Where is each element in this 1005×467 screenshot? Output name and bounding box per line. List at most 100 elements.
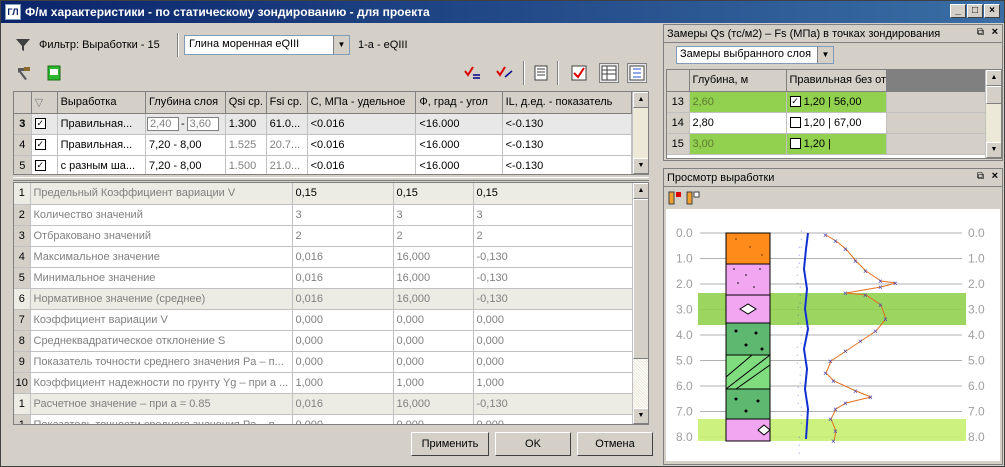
workings-scrollbar[interactable]: ▲ ▼ (632, 92, 648, 174)
sort-list-icon[interactable] (627, 63, 647, 83)
check-all-icon[interactable] (463, 65, 483, 81)
value-text: 1,20 | (803, 137, 831, 150)
column-header[interactable]: C, МПа - удельное (307, 92, 417, 114)
statistics-grid: 1 Предельный Коэффициент вариации V 0,15 0,… (13, 182, 649, 425)
column-header[interactable]: IL, д.ед. - показатель (502, 92, 633, 114)
c-value: 0,016 (292, 246, 394, 268)
fsi-cell: 21.0... (266, 155, 308, 174)
measurement-scope-select[interactable]: Замеры выбранного слоя ▼ (676, 46, 834, 64)
il-value: 0,000 (473, 414, 633, 424)
scroll-down-icon[interactable]: ▼ (633, 158, 648, 174)
minimize-button[interactable]: _ (950, 4, 966, 18)
table-row[interactable]: 5 Минимальное значение 0,016 16,000 -0,130 (14, 267, 633, 289)
column-header[interactable]: Выработка (57, 92, 146, 114)
uncheck-all-icon[interactable] (495, 65, 515, 81)
depth-from-input[interactable]: 2,40 (146, 116, 179, 131)
log-settings-icon[interactable] (668, 191, 682, 205)
table-row[interactable]: 3 Отбраковано значений 2 2 2 (14, 225, 633, 247)
scroll-up-icon[interactable]: ▲ (633, 92, 648, 108)
close-button[interactable]: × (984, 4, 1000, 18)
c-value: 0,000 (292, 351, 394, 373)
table-row[interactable]: 3 ✓ Правильная... 2,40-3,60 1.300 61.0..… (14, 113, 633, 135)
borehole-log-canvas: 0.0 0.0 1.0 1.0 2.0 2.0 3.0 3.0 4.0 4.0 5.0 5.0 6.0 6… (666, 209, 1000, 461)
dock-icon[interactable]: ⧉ (977, 27, 984, 38)
depth-to-input[interactable]: 3,60 (186, 116, 219, 131)
scroll-thumb[interactable] (986, 86, 1001, 104)
cone-resistance-point: × (828, 415, 833, 424)
soil-select-value: Глина моренная eQIII (189, 38, 300, 50)
toolbar-separator (523, 61, 525, 85)
close-icon[interactable]: × (992, 26, 998, 38)
table-row[interactable]: 4 Максимальное значение 0,016 16,000 -0,130 (14, 246, 633, 268)
column-header[interactable]: Ф, град - угол (415, 92, 503, 114)
table-row[interactable]: 10 Коэффициент надежности по грунту Yg – … (14, 372, 633, 394)
scroll-down-icon[interactable]: ▼ (986, 142, 1001, 158)
value-cell[interactable]: 1,20 | (786, 133, 887, 155)
column-header[interactable]: Fsi ср. (266, 92, 308, 114)
row-checkbox[interactable]: ✓ (31, 113, 58, 135)
column-header[interactable]: Глубина, м (689, 70, 787, 92)
measurements-scrollbar[interactable]: ▲ ▼ (985, 70, 1001, 158)
dock-icon[interactable]: ⧉ (977, 171, 984, 182)
point-checkbox[interactable] (789, 138, 801, 150)
cancel-button[interactable]: Отмена (577, 432, 653, 456)
pane-splitter[interactable] (13, 177, 649, 181)
green-document-icon[interactable] (47, 65, 61, 81)
table-row[interactable]: 9 Показатель точности среднего значения P… (14, 351, 633, 373)
filter-column-header[interactable]: ▽ (31, 92, 58, 114)
friction-point: · (797, 400, 799, 407)
apply-button[interactable]: Применить (411, 432, 489, 456)
column-header[interactable]: Глубина слоя (145, 92, 226, 114)
table-row[interactable]: 8 Среднеквадратическое отклонение S 0,000 0… (14, 330, 633, 352)
table-row[interactable]: 2 Количество значений 3 3 3 (14, 204, 633, 226)
il-cell: <-0.130 (502, 134, 633, 156)
statistics-scrollbar[interactable]: ▲ ▼ (632, 183, 648, 424)
working-name: с разным ша... (57, 155, 146, 174)
value-text: 1,20 | 56,00 (803, 95, 862, 108)
checkbox-toggle-icon[interactable] (571, 65, 587, 81)
row-number: 1 (14, 393, 31, 415)
depth-editor[interactable]: 2,40-3,60 (145, 113, 226, 135)
measurements-panel-title: Замеры Qs (тс/м2) – Fs (МПа) в точках зо… (667, 27, 941, 40)
scroll-down-icon[interactable]: ▼ (633, 408, 648, 424)
soil-select[interactable]: Глина моренная eQIII ▼ (184, 35, 350, 55)
hammer-icon[interactable] (15, 65, 33, 81)
chevron-down-icon[interactable]: ▼ (817, 47, 833, 63)
table-row[interactable]: 14 2,80 1,20 | 67,00 (667, 112, 988, 134)
value-cell[interactable]: 1,20 | 67,00 (786, 112, 887, 134)
chevron-down-icon[interactable]: ▼ (333, 36, 349, 54)
maximize-button[interactable]: □ (967, 4, 983, 18)
phi-cell: <16.000 (415, 155, 503, 174)
table-row[interactable]: 7 Коэффициент вариации V 0,000 0,000 0,000 (14, 309, 633, 331)
depth-cell: 2,80 (689, 112, 787, 134)
table-row[interactable]: 13 2,60 ✓ 1,20 | 56,00 (667, 91, 988, 113)
table-row[interactable]: 15 3,00 1,20 | (667, 133, 988, 155)
row-checkbox[interactable]: ✓ (31, 134, 58, 156)
close-icon[interactable]: × (992, 170, 998, 182)
table-row[interactable]: 5 ✓ с разным ша... 7,20 - 8,00 1.500 21.… (14, 155, 633, 174)
table-row[interactable]: 6 Нормативное значение (среднее) 0,016 16,0… (14, 288, 633, 310)
cone-resistance-point: × (831, 437, 836, 446)
table-row[interactable]: 4 ✓ Правильная... 7,20 - 8,00 1.525 20.7… (14, 134, 633, 156)
table-row[interactable]: 1 Предельный Коэффициент вариации V 0,15 0,… (14, 183, 633, 205)
scroll-thumb[interactable] (633, 199, 648, 359)
value-cell[interactable]: ✓ 1,20 | 56,00 (786, 91, 887, 113)
column-header[interactable]: Правильная без от (786, 70, 887, 92)
stat-label: Отбраковано значений (30, 225, 293, 247)
table-row[interactable]: 1 Расчетное значение – при а = 0.85 0,016 1… (14, 393, 633, 415)
ok-button[interactable]: OK (495, 432, 571, 456)
friction-point: · (799, 292, 801, 299)
row-checkbox[interactable]: ✓ (31, 155, 58, 174)
point-checkbox[interactable] (789, 117, 801, 129)
depth-tick-label: 0.0 (676, 226, 693, 240)
scroll-up-icon[interactable]: ▲ (986, 70, 1001, 86)
phi-cell: <16.000 (415, 134, 503, 156)
filter-icon[interactable] (15, 37, 31, 53)
table-row[interactable]: 1 Показатель точности среднего значения P… (14, 414, 633, 424)
table-view-icon[interactable] (599, 63, 619, 83)
scroll-up-icon[interactable]: ▲ (633, 183, 648, 199)
column-header[interactable]: Qsi ср. (225, 92, 267, 114)
point-checkbox[interactable]: ✓ (789, 96, 801, 108)
report-icon[interactable] (533, 65, 549, 81)
log-columns-icon[interactable] (686, 191, 700, 205)
